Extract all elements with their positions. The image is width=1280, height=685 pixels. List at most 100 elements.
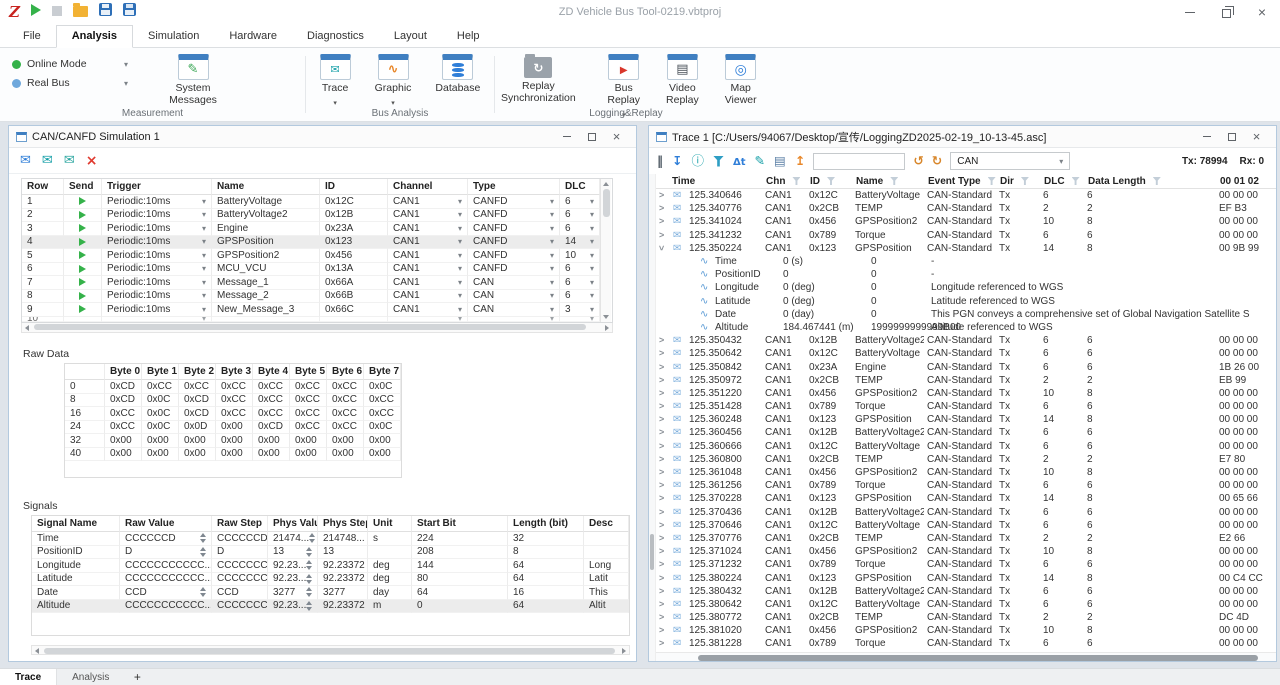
trace-signal-row[interactable]: Latitude0 (deg)0Latitude referenced to W… bbox=[656, 295, 1276, 308]
send-button[interactable] bbox=[64, 263, 102, 277]
raw-byte-cell[interactable]: 0xCD bbox=[105, 380, 142, 394]
open-project-button[interactable] bbox=[73, 3, 88, 22]
raw-byte-cell[interactable]: 0xCC bbox=[364, 394, 401, 408]
trace-column-header[interactable]: 00 01 02 bbox=[1216, 174, 1276, 188]
message-id-cell[interactable]: 0x13A bbox=[320, 263, 388, 277]
dlc-select[interactable]: 6 bbox=[560, 195, 600, 209]
trace-row[interactable]: 125.350842CAN10x23AEngineCAN-StandardTx6… bbox=[656, 360, 1276, 373]
close-button[interactable]: × bbox=[1244, 0, 1280, 24]
trace-row[interactable]: 125.380432CAN10x12BBatteryVoltage2CAN-St… bbox=[656, 585, 1276, 598]
trace-column-header[interactable]: Time bbox=[656, 174, 762, 188]
search-previous-icon[interactable] bbox=[913, 155, 923, 168]
export-icon[interactable] bbox=[795, 155, 805, 168]
trace-signal-row[interactable]: Date0 (day)0This PGN conveys a comprehen… bbox=[656, 308, 1276, 321]
phys-value-field[interactable]: 21474... bbox=[268, 532, 318, 546]
raw-step-cell[interactable]: CCCCCCD bbox=[212, 532, 268, 546]
trace-column-header[interactable]: DLC bbox=[1040, 174, 1084, 188]
expand-toggle[interactable] bbox=[656, 612, 670, 623]
raw-byte-cell[interactable]: 0x00 bbox=[290, 448, 327, 462]
raw-step-cell[interactable]: CCCCCCC... bbox=[212, 573, 268, 587]
message-name-cell[interactable] bbox=[212, 317, 320, 322]
raw-byte-cell[interactable]: 0x00 bbox=[364, 434, 401, 448]
expand-toggle[interactable] bbox=[656, 230, 670, 241]
trace-vertical-scrollbar[interactable] bbox=[649, 174, 656, 661]
trace-row[interactable]: 125.360248CAN10x123GPSPositionCAN-Standa… bbox=[656, 413, 1276, 426]
send-button[interactable] bbox=[64, 222, 102, 236]
spinner-up-icon[interactable] bbox=[309, 533, 315, 537]
dlc-select[interactable]: 6 bbox=[560, 222, 600, 236]
sim-minimize-button[interactable] bbox=[554, 126, 579, 148]
type-select[interactable]: CANFD bbox=[468, 236, 560, 250]
phys-step-cell[interactable]: 92.23372 bbox=[318, 573, 368, 587]
scroll-left-arrow[interactable] bbox=[25, 325, 29, 331]
raw-byte-cell[interactable]: 0x00 bbox=[142, 434, 179, 448]
save-as-button[interactable] bbox=[123, 3, 136, 21]
spinner-control[interactable] bbox=[200, 587, 206, 597]
trace-row[interactable]: 125.360666CAN10x12CBatteryVoltageCAN-Sta… bbox=[656, 440, 1276, 453]
spinner-up-icon[interactable] bbox=[306, 574, 312, 578]
trigger-select[interactable] bbox=[102, 317, 212, 322]
expand-toggle[interactable] bbox=[656, 533, 670, 544]
expand-toggle[interactable] bbox=[656, 362, 670, 373]
expand-toggle[interactable] bbox=[656, 586, 670, 597]
trace-row[interactable]: 125.351428CAN10x789TorqueCAN-StandardTx6… bbox=[656, 400, 1276, 413]
expand-toggle[interactable] bbox=[656, 638, 670, 649]
add-workspace-tab-button[interactable]: + bbox=[124, 669, 150, 685]
message-id-cell[interactable]: 0x456 bbox=[320, 249, 388, 263]
raw-byte-cell[interactable]: 0xCC bbox=[216, 407, 253, 421]
trace-row[interactable]: 125.341232CAN10x789TorqueCAN-StandardTx6… bbox=[656, 229, 1276, 242]
dlc-select[interactable]: 14 bbox=[560, 236, 600, 250]
raw-byte-cell[interactable]: 0x00 bbox=[105, 448, 142, 462]
trigger-select[interactable]: Periodic:10ms bbox=[102, 236, 212, 250]
sim-horizontal-scrollbar[interactable] bbox=[21, 323, 613, 333]
message-name-cell[interactable]: GPSPosition bbox=[212, 236, 320, 250]
sim-table-row[interactable]: 1Periodic:10msBatteryVoltage0x12CCAN1CAN… bbox=[22, 195, 600, 209]
raw-byte-cell[interactable]: 0xCD bbox=[253, 421, 290, 435]
trace-horizontal-scrollbar[interactable] bbox=[656, 652, 1276, 661]
raw-byte-cell[interactable]: 0x00 bbox=[216, 448, 253, 462]
phys-step-cell[interactable]: 92.23372 bbox=[318, 600, 368, 614]
type-select[interactable]: CANFD bbox=[468, 195, 560, 209]
send-button[interactable] bbox=[64, 195, 102, 209]
trace-row[interactable]: 125.360456CAN10x12BBatteryVoltage2CAN-St… bbox=[656, 426, 1276, 439]
stop-measurement-button[interactable] bbox=[52, 3, 62, 21]
raw-byte-cell[interactable]: 0x00 bbox=[142, 448, 179, 462]
filter-icon[interactable] bbox=[1153, 177, 1161, 185]
trace-signal-row[interactable]: Longitude0 (deg)0Longitude referenced to… bbox=[656, 281, 1276, 294]
tab-diagnostics[interactable]: Diagnostics bbox=[292, 26, 379, 47]
trace-button[interactable]: Trace bbox=[311, 53, 360, 109]
spinner-up-icon[interactable] bbox=[306, 601, 312, 605]
message-name-cell[interactable]: Engine bbox=[212, 222, 320, 236]
raw-byte-cell[interactable]: 0x00 bbox=[216, 434, 253, 448]
raw-step-cell[interactable]: CCCCCCC... bbox=[212, 559, 268, 573]
sim-table-row[interactable]: 9Periodic:10msNew_Message_30x66CCAN1CAN3 bbox=[22, 303, 600, 317]
trace-minimize-button[interactable] bbox=[1194, 126, 1219, 148]
send-button[interactable] bbox=[64, 276, 102, 290]
trace-column-header[interactable]: Name bbox=[852, 174, 924, 188]
message-id-cell[interactable] bbox=[320, 317, 388, 322]
dlc-select[interactable]: 3 bbox=[560, 303, 600, 317]
channel-select[interactable] bbox=[388, 317, 468, 322]
trace-row[interactable]: 125.370228CAN10x123GPSPositionCAN-Standa… bbox=[656, 492, 1276, 505]
trace-row[interactable]: 125.371232CAN10x789TorqueCAN-StandardTx6… bbox=[656, 558, 1276, 571]
raw-byte-cell[interactable]: 0x00 bbox=[179, 448, 216, 462]
spinner-up-icon[interactable] bbox=[306, 560, 312, 564]
raw-byte-cell[interactable]: 0xCD bbox=[179, 407, 216, 421]
spinner-down-icon[interactable] bbox=[306, 593, 312, 597]
trace-row[interactable]: 125.380772CAN10x2CBTEMPCAN-StandardTx22D… bbox=[656, 611, 1276, 624]
graphic-button[interactable]: Graphic bbox=[366, 53, 421, 109]
expand-toggle[interactable] bbox=[656, 454, 670, 465]
clear-display-icon[interactable] bbox=[774, 155, 786, 168]
send-button[interactable] bbox=[64, 317, 102, 322]
raw-byte-cell[interactable]: 0xCC bbox=[327, 407, 364, 421]
raw-byte-cell[interactable]: 0x0C bbox=[142, 407, 179, 421]
trigger-select[interactable]: Periodic:10ms bbox=[102, 276, 212, 290]
expand-toggle[interactable] bbox=[656, 414, 670, 425]
expand-toggle[interactable] bbox=[656, 427, 670, 438]
trace-row[interactable]: 125.351220CAN10x456GPSPosition2CAN-Stand… bbox=[656, 387, 1276, 400]
minimize-button[interactable] bbox=[1172, 0, 1208, 24]
spinner-control[interactable] bbox=[200, 547, 206, 557]
raw-step-cell[interactable]: D bbox=[212, 546, 268, 560]
spinner-up-icon[interactable] bbox=[200, 547, 206, 551]
expand-toggle[interactable] bbox=[656, 546, 670, 557]
